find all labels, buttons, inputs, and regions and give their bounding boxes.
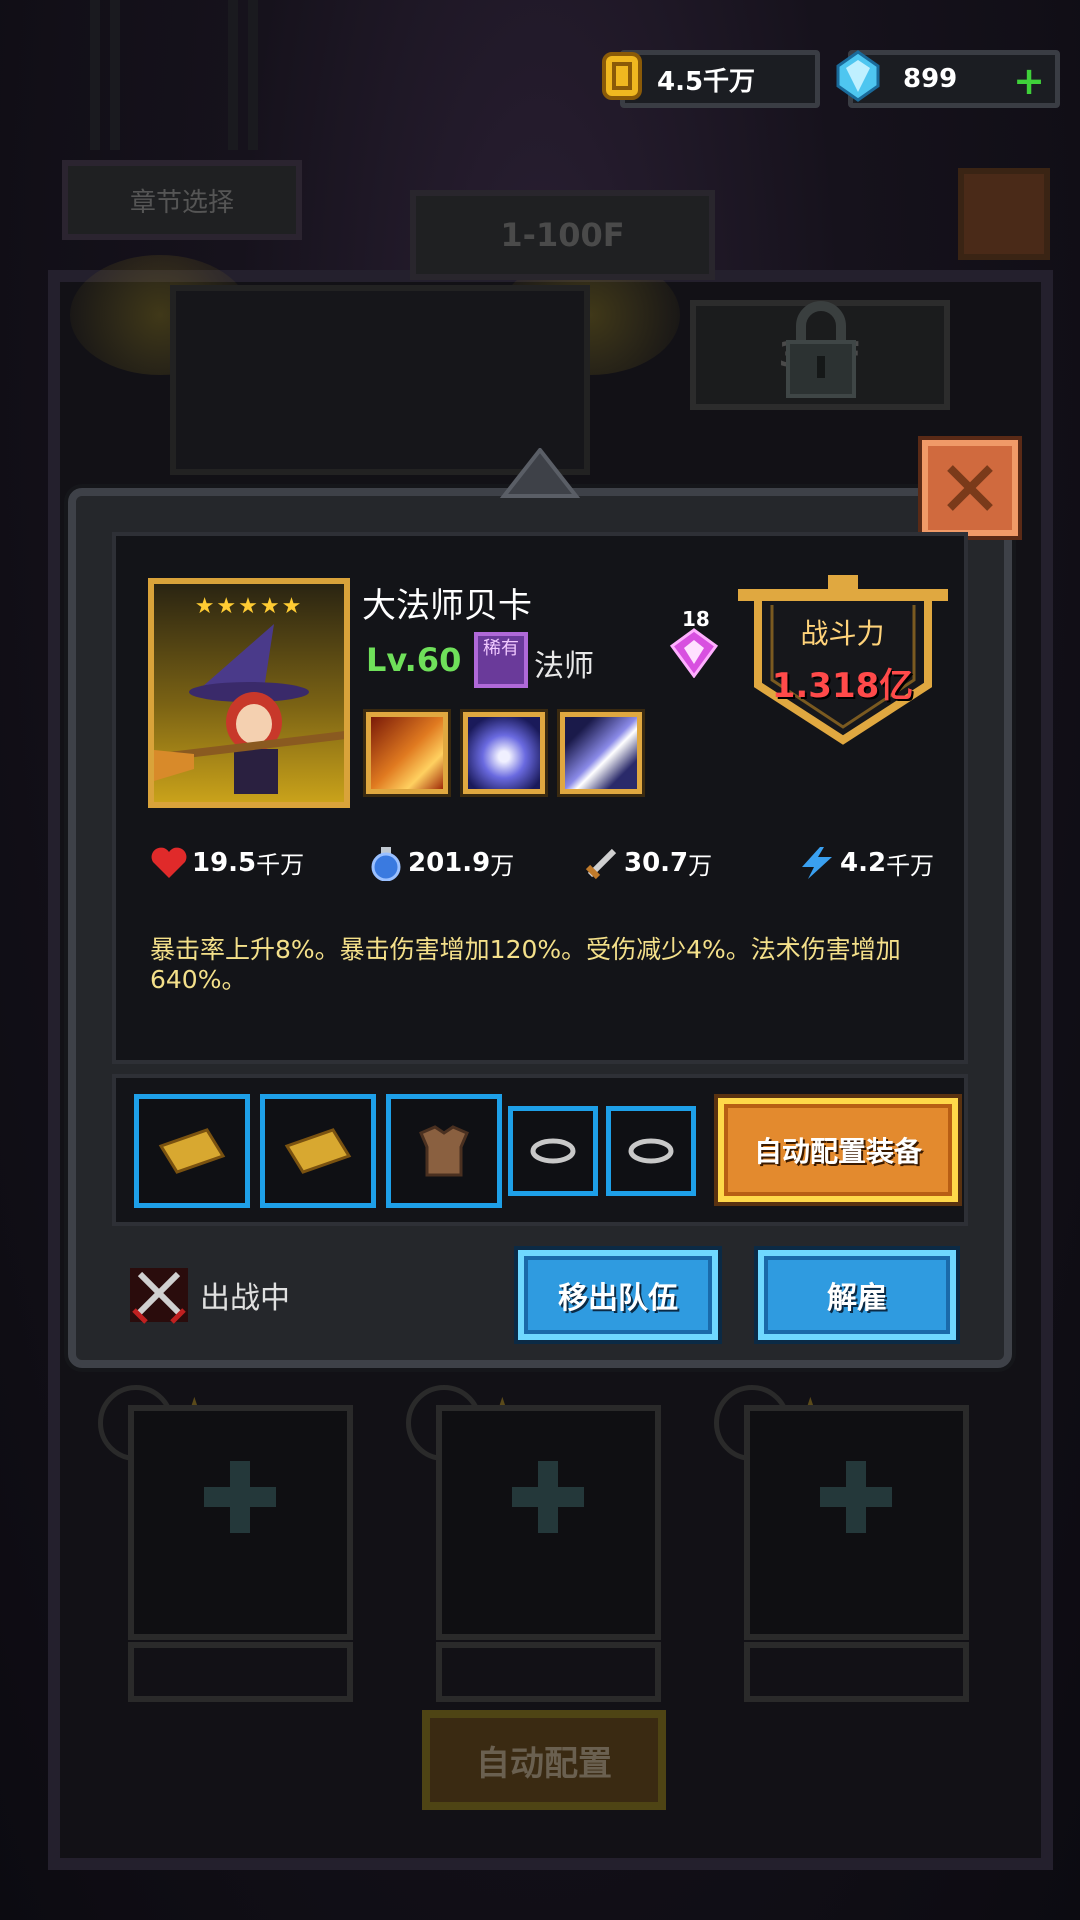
scroll-icon <box>158 1128 226 1174</box>
team-slot[interactable] <box>744 1405 969 1702</box>
stat-hp-unit: 千万 <box>256 851 305 879</box>
stat-mp: 201.9 万 <box>368 845 514 881</box>
chain-decoration <box>228 0 258 150</box>
stat-speed-unit: 千万 <box>886 851 935 880</box>
deploy-status: 出战中 <box>128 1266 290 1324</box>
coin-icon <box>602 52 642 100</box>
auto-config-button[interactable]: 自动配置 <box>422 1710 666 1810</box>
hero-class: 法师 <box>534 649 594 684</box>
background-close-button <box>958 168 1050 260</box>
mana-potion-icon <box>371 847 401 881</box>
stat-speed-value: 4.2 <box>840 848 887 878</box>
coin-amount: 4.5千万 <box>657 66 756 97</box>
stat-speed: 4.2 千万 <box>798 845 934 881</box>
add-gems-button[interactable]: + <box>1013 61 1045 101</box>
gem-icon <box>836 50 880 102</box>
witch-portrait-icon <box>154 624 344 794</box>
plus-icon <box>512 1461 584 1533</box>
sword-icon <box>585 848 617 880</box>
chain-decoration <box>90 0 120 150</box>
gem-amount: 899 <box>903 64 958 94</box>
chapter-select-button[interactable]: 章节选择 <box>62 160 302 240</box>
stat-attack: 30.7 万 <box>584 845 712 881</box>
combat-power-label: 战斗力 <box>800 617 885 650</box>
stat-hp-value: 19.5 <box>192 847 257 878</box>
stat-attack-unit: 万 <box>688 851 713 880</box>
equip-slot-armor[interactable] <box>386 1094 502 1208</box>
equip-slot-ring[interactable] <box>606 1106 696 1196</box>
stat-hp: 19.5 千万 <box>150 845 304 880</box>
ring-icon <box>628 1138 674 1164</box>
hero-portrait[interactable]: ★★★★★ <box>148 578 350 808</box>
plus-icon <box>204 1461 276 1533</box>
close-button[interactable] <box>922 440 1018 536</box>
equip-slot-scroll[interactable] <box>260 1094 376 1208</box>
coin-counter: 4.5千万 <box>620 50 820 108</box>
rarity-badge: 稀有 <box>474 632 528 688</box>
equip-slot-ring[interactable] <box>508 1106 598 1196</box>
skill-lightning-icon[interactable] <box>560 712 642 794</box>
awaken-gem-icon[interactable] <box>670 628 718 678</box>
stat-attack-value: 30.7 <box>624 848 689 878</box>
remove-from-team-button[interactable]: 移出队伍 <box>518 1250 718 1340</box>
heart-icon <box>151 847 187 878</box>
deploy-status-label: 出战中 <box>200 1281 290 1316</box>
skill-fire-icon[interactable] <box>366 712 448 794</box>
passive-description: 暴击率上升8%。暴击伤害增加120%。受伤减少4%。法术伤害增加640%。 <box>150 935 901 994</box>
scroll-icon <box>284 1128 352 1174</box>
armor-icon <box>419 1125 469 1177</box>
plus-icon <box>820 1461 892 1533</box>
team-slot-bar <box>744 1642 969 1702</box>
lock-icon <box>786 301 856 398</box>
equip-slot-scroll[interactable] <box>134 1094 250 1208</box>
close-icon <box>947 465 993 511</box>
crest-decoration <box>500 448 580 498</box>
stat-mp-unit: 万 <box>490 851 515 880</box>
ring-icon <box>530 1138 576 1164</box>
lightning-icon <box>802 847 832 879</box>
skill-vortex-icon[interactable] <box>463 712 545 794</box>
dungeon-gate <box>170 285 590 475</box>
team-slot-bar <box>128 1642 353 1702</box>
dismiss-hero-button[interactable]: 解雇 <box>758 1250 956 1340</box>
team-slot-bar <box>436 1642 661 1702</box>
stat-mp-value: 201.9 <box>408 848 491 878</box>
team-slot[interactable] <box>436 1405 661 1702</box>
auto-equip-button[interactable]: 自动配置装备 <box>718 1098 958 1202</box>
hero-level: Lv.60 <box>366 641 462 679</box>
crossed-swords-icon <box>130 1268 188 1324</box>
combat-power-value: 1.318亿 <box>771 666 914 706</box>
team-slot[interactable] <box>128 1405 353 1702</box>
hero-name: 大法师贝卡 <box>362 586 532 626</box>
floor-tab[interactable]: 1-100F <box>410 190 715 280</box>
